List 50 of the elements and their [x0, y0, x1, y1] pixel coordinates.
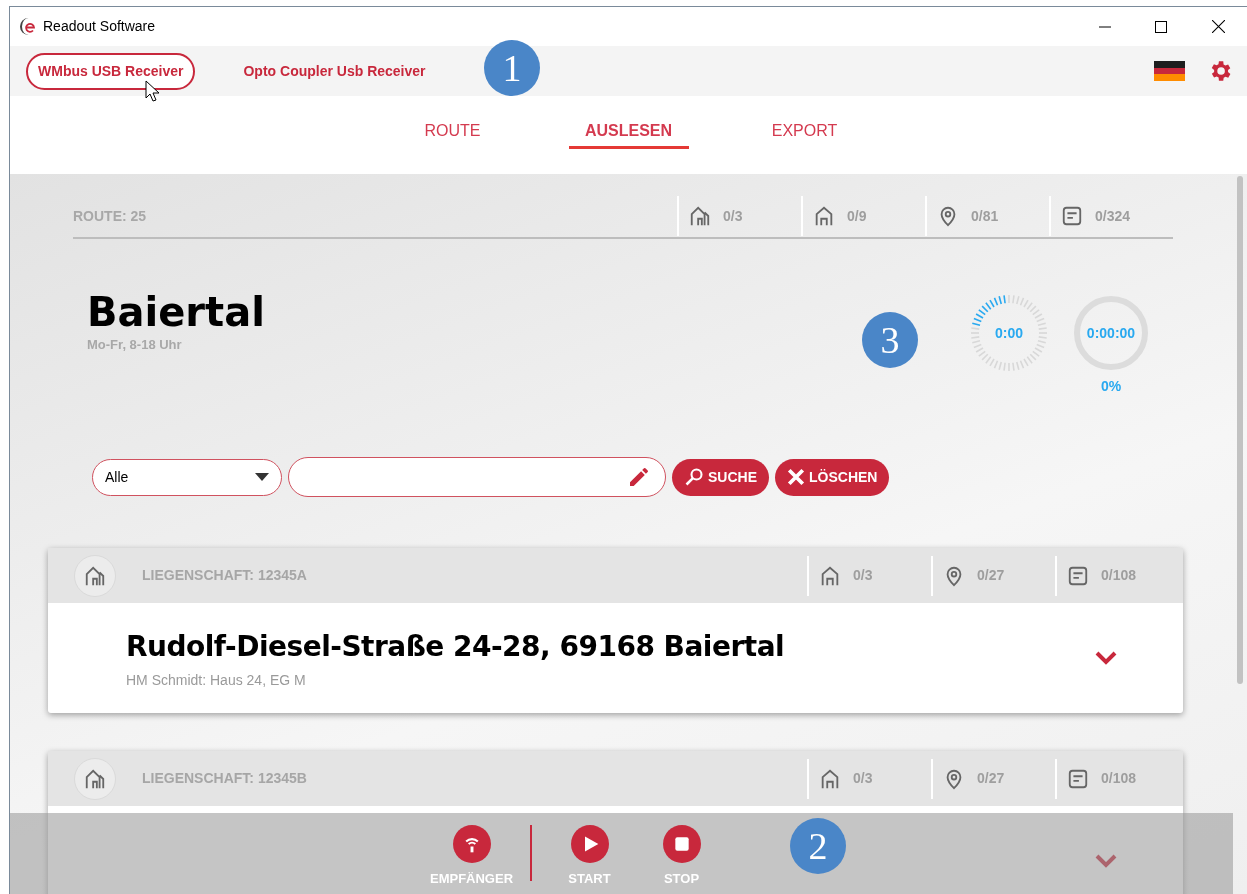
route-label: ROUTE: 25 — [73, 206, 147, 226]
house-icon — [819, 767, 841, 790]
chevron-down-icon[interactable] — [1095, 853, 1117, 869]
nav-tab[interactable]: EXPORT — [744, 116, 865, 149]
pencil-icon — [627, 465, 651, 489]
house-icon — [813, 205, 835, 227]
stat-count: 0/108 — [1101, 769, 1137, 788]
progress-percent: 0% — [1100, 377, 1122, 396]
search-icon — [684, 467, 704, 487]
note-icon — [1061, 205, 1083, 227]
note-icon — [1067, 767, 1089, 790]
building-icon — [84, 564, 106, 587]
filter-dropdown[interactable]: Alle — [92, 458, 282, 496]
building-icon — [689, 205, 711, 227]
building-icon — [84, 767, 106, 790]
stat-count: 0/27 — [977, 769, 1005, 788]
stat-count: 0/81 — [971, 206, 999, 226]
property-label: LIEGENSCHAFT: 12345A — [142, 566, 307, 585]
property-address: Rudolf-Diesel-Straße 24-28, 69168 Baiertal — [126, 628, 785, 665]
house-icon — [819, 564, 841, 587]
close-icon — [787, 468, 805, 486]
stat-count: 0/3 — [853, 769, 873, 788]
property-label: LIEGENSCHAFT: 12345B — [142, 769, 307, 788]
nav-tab[interactable]: AUSLESEN — [568, 116, 689, 149]
receiver-tab[interactable]: Opto Coupler Usb Receiver — [231, 52, 438, 90]
window-title: Readout Software — [43, 17, 156, 36]
stat-count: 0/9 — [847, 206, 867, 226]
close-icon[interactable] — [1211, 20, 1225, 33]
german-flag-icon[interactable] — [1154, 61, 1185, 81]
search-field[interactable] — [288, 457, 666, 497]
location-hours: Mo-Fr, 8-18 Uhr — [87, 336, 183, 354]
note-icon — [1067, 564, 1089, 587]
stat-count: 0/3 — [853, 566, 873, 585]
stat-count: 0/108 — [1101, 566, 1137, 585]
elapsed-time: 0:00 — [995, 323, 1023, 343]
total-time: 0:00:00 — [1086, 323, 1136, 343]
receiver-tab[interactable]: WMbus USB Receiver — [26, 52, 196, 90]
location-title: Baiertal — [87, 289, 265, 335]
maximize-icon[interactable] — [1155, 20, 1167, 33]
chevron-down-icon[interactable] — [1095, 650, 1117, 666]
clear-button[interactable]: LÖSCHEN — [775, 458, 890, 496]
nav-tab[interactable]: ROUTE — [392, 116, 513, 149]
property-note: HM Schmidt: Haus 24, EG M — [126, 670, 307, 690]
stop-icon — [673, 836, 690, 852]
search-button[interactable]: SUCHE — [672, 458, 769, 496]
dropdown-caret-icon — [255, 473, 269, 481]
stat-count: 0/3 — [723, 206, 743, 226]
stat-count: 0/324 — [1095, 206, 1131, 226]
scrollbar-thumb[interactable] — [1237, 176, 1243, 684]
stat-count: 0/27 — [977, 566, 1005, 585]
